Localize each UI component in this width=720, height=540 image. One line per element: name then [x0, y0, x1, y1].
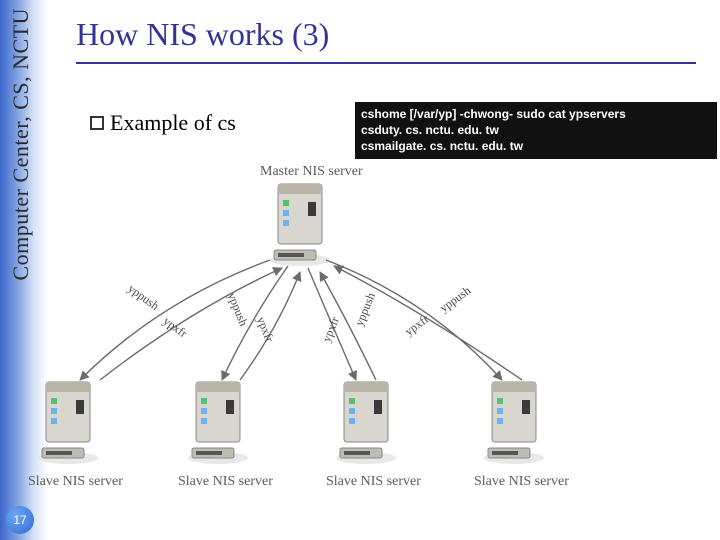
bullet-example-of-cs: Example of cs — [90, 110, 236, 136]
arrow-label-ypxfr: ypxfr — [319, 315, 343, 345]
arrow-label-yppush: yppush — [352, 291, 379, 329]
slave-server-icon — [482, 378, 546, 466]
arrow-label-yppush: yppush — [224, 291, 251, 329]
slave-server-icon — [36, 378, 100, 466]
slave-label: Slave NIS server — [28, 474, 123, 490]
arrow-label-ypxfr: ypxfr — [160, 314, 190, 341]
terminal-line-1: cshome [/var/yp] -chwong- sudo cat ypser… — [361, 106, 711, 122]
slave-label: Slave NIS server — [178, 474, 273, 490]
terminal-output: cshome [/var/yp] -chwong- sudo cat ypser… — [355, 102, 717, 159]
terminal-line-2: csduty. cs. nctu. edu. tw — [361, 122, 711, 138]
arrow-label-ypxfr: ypxfr — [253, 315, 277, 345]
slave-label: Slave NIS server — [474, 474, 569, 490]
slide-title: How NIS works (3) — [76, 16, 329, 53]
slave-server-icon — [334, 378, 398, 466]
slave-label: Slave NIS server — [326, 474, 421, 490]
terminal-line-3: csmailgate. cs. nctu. edu. tw — [361, 138, 711, 154]
master-server-icon — [268, 180, 332, 268]
square-bullet-icon — [90, 116, 104, 130]
bullet-text: Example of cs — [110, 110, 236, 136]
master-server-label: Master NIS server — [260, 164, 363, 180]
arrow-label-yppush: yppush — [437, 283, 474, 316]
arrow-label-ypxfr: ypxfr — [402, 312, 432, 339]
slave-server-icon — [186, 378, 250, 466]
title-divider — [76, 62, 696, 64]
page-number-badge: 17 — [6, 506, 34, 534]
arrow-label-yppush: yppush — [125, 281, 162, 314]
sidebar-vertical-label: Computer Center, CS, NCTU — [8, 8, 34, 281]
